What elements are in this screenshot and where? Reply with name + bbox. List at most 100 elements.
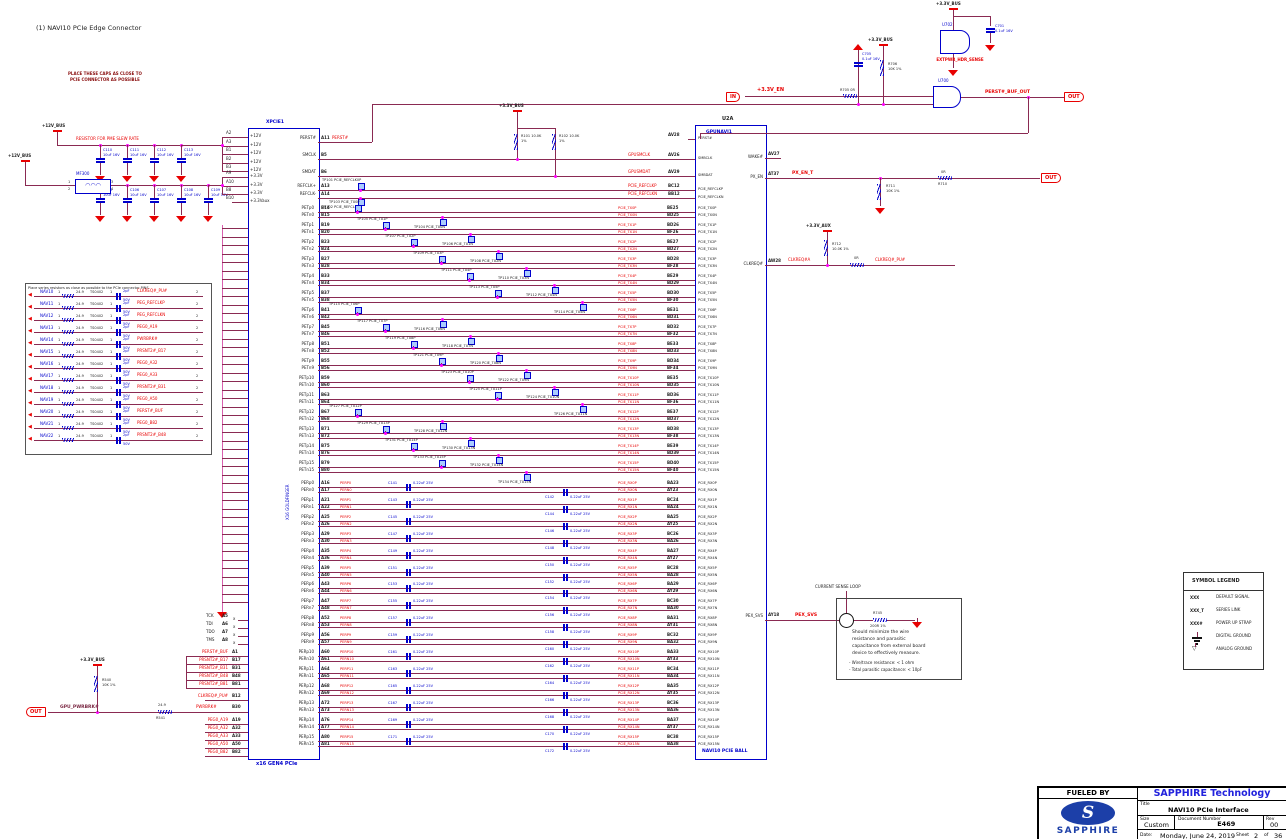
resistor[interactable]	[877, 184, 881, 200]
capacitor[interactable]	[406, 585, 408, 592]
capacitor[interactable]	[406, 619, 408, 626]
off-page-port[interactable]: OUT	[1064, 92, 1084, 102]
capacitor[interactable]	[406, 501, 408, 508]
capacitor[interactable]	[406, 602, 408, 609]
capacitor[interactable]	[563, 726, 565, 733]
capacitor[interactable]	[116, 305, 118, 312]
resistor[interactable]	[62, 366, 74, 370]
pin-number: 2	[196, 398, 198, 402]
capacitor[interactable]	[563, 743, 565, 750]
capacitor[interactable]	[150, 198, 159, 200]
capacitor[interactable]	[563, 540, 565, 547]
capacitor[interactable]	[563, 709, 565, 716]
capacitor[interactable]	[177, 158, 186, 160]
resistor[interactable]	[62, 342, 74, 346]
resistor[interactable]	[62, 294, 74, 298]
sense-loop-symbol[interactable]	[839, 613, 854, 628]
resistor[interactable]	[94, 676, 98, 692]
capacitor[interactable]	[177, 198, 186, 200]
capacitor[interactable]	[563, 590, 565, 597]
ferrite-bead[interactable]: ◠◠◠	[75, 179, 111, 194]
capacitor[interactable]	[563, 574, 565, 581]
capacitor[interactable]	[116, 329, 118, 336]
off-page-port[interactable]: OUT	[1041, 173, 1061, 183]
capacitor[interactable]	[563, 557, 565, 564]
capacitor[interactable]	[986, 28, 995, 30]
capacitor[interactable]	[406, 636, 408, 643]
pin-label: AY33	[667, 657, 678, 662]
capacitor[interactable]	[563, 658, 565, 665]
capacitor[interactable]	[563, 607, 565, 614]
off-page-port[interactable]: IN	[726, 92, 740, 102]
capacitor[interactable]	[96, 198, 105, 200]
capacitor[interactable]	[406, 687, 408, 694]
capacitor[interactable]	[563, 641, 565, 648]
capacitor[interactable]	[563, 675, 565, 682]
resistor[interactable]	[62, 318, 74, 322]
capacitor[interactable]	[150, 158, 159, 160]
capacitor[interactable]	[406, 653, 408, 660]
cap-value: 0.22uF 25V	[570, 580, 590, 584]
capacitor[interactable]	[116, 365, 118, 372]
capacitor[interactable]	[96, 158, 105, 160]
capacitor[interactable]	[406, 518, 408, 525]
resistor[interactable]	[62, 426, 74, 430]
resistor[interactable]	[158, 710, 172, 714]
resistor[interactable]	[62, 402, 74, 406]
cap-value: 10uF 16V	[130, 153, 147, 157]
capacitor[interactable]	[116, 413, 118, 420]
resistor[interactable]	[880, 60, 884, 76]
resistor[interactable]	[62, 306, 74, 310]
capacitor[interactable]	[854, 62, 863, 64]
capacitor[interactable]	[116, 377, 118, 384]
off-page-port[interactable]: OUT	[26, 707, 46, 717]
capacitor[interactable]	[116, 317, 118, 324]
capacitor[interactable]	[123, 198, 132, 200]
resistor[interactable]	[850, 263, 864, 267]
resistor[interactable]	[938, 176, 952, 180]
resistor[interactable]	[62, 390, 74, 394]
capacitor[interactable]	[406, 569, 408, 576]
capacitor[interactable]	[406, 704, 408, 711]
capacitor[interactable]	[116, 341, 118, 348]
capacitor[interactable]	[563, 489, 565, 496]
capacitor[interactable]	[406, 535, 408, 542]
pin-number: 2	[196, 362, 198, 366]
capacitor[interactable]	[116, 389, 118, 396]
pin-number: 1	[58, 362, 60, 366]
pin-name: PCIE_TX8P	[698, 342, 716, 346]
capacitor[interactable]	[204, 198, 213, 200]
resistor[interactable]	[62, 354, 74, 358]
net-label: PCIE_TX9N	[618, 366, 637, 370]
capacitor[interactable]	[563, 624, 565, 631]
capacitor[interactable]	[406, 738, 408, 745]
resistor[interactable]	[843, 94, 857, 98]
capacitor[interactable]	[116, 425, 118, 432]
pin-label: AY27	[667, 556, 678, 561]
resistor[interactable]	[62, 330, 74, 334]
capacitor[interactable]	[563, 523, 565, 530]
and-gate[interactable]	[933, 86, 961, 108]
capacitor[interactable]	[406, 670, 408, 677]
capacitor[interactable]	[563, 692, 565, 699]
resistor[interactable]	[824, 240, 828, 256]
resistor[interactable]	[552, 134, 556, 150]
capacitor[interactable]	[116, 437, 118, 444]
capacitor[interactable]	[116, 293, 118, 300]
capacitor[interactable]	[123, 158, 132, 160]
cap-value: 0.22uF 25V	[413, 616, 433, 620]
gpu-connector[interactable]	[695, 125, 767, 760]
capacitor[interactable]	[116, 353, 118, 360]
capacitor[interactable]	[406, 552, 408, 559]
capacitor[interactable]	[563, 506, 565, 513]
junction-dot	[553, 386, 556, 389]
resistor[interactable]	[62, 438, 74, 442]
resistor[interactable]	[514, 134, 518, 150]
resistor[interactable]	[62, 414, 74, 418]
capacitor[interactable]	[406, 721, 408, 728]
resistor[interactable]	[62, 378, 74, 382]
capacitor[interactable]	[116, 401, 118, 408]
buffer-gate[interactable]	[940, 30, 970, 54]
pin-label: B12	[232, 694, 241, 699]
capacitor[interactable]	[406, 484, 408, 491]
